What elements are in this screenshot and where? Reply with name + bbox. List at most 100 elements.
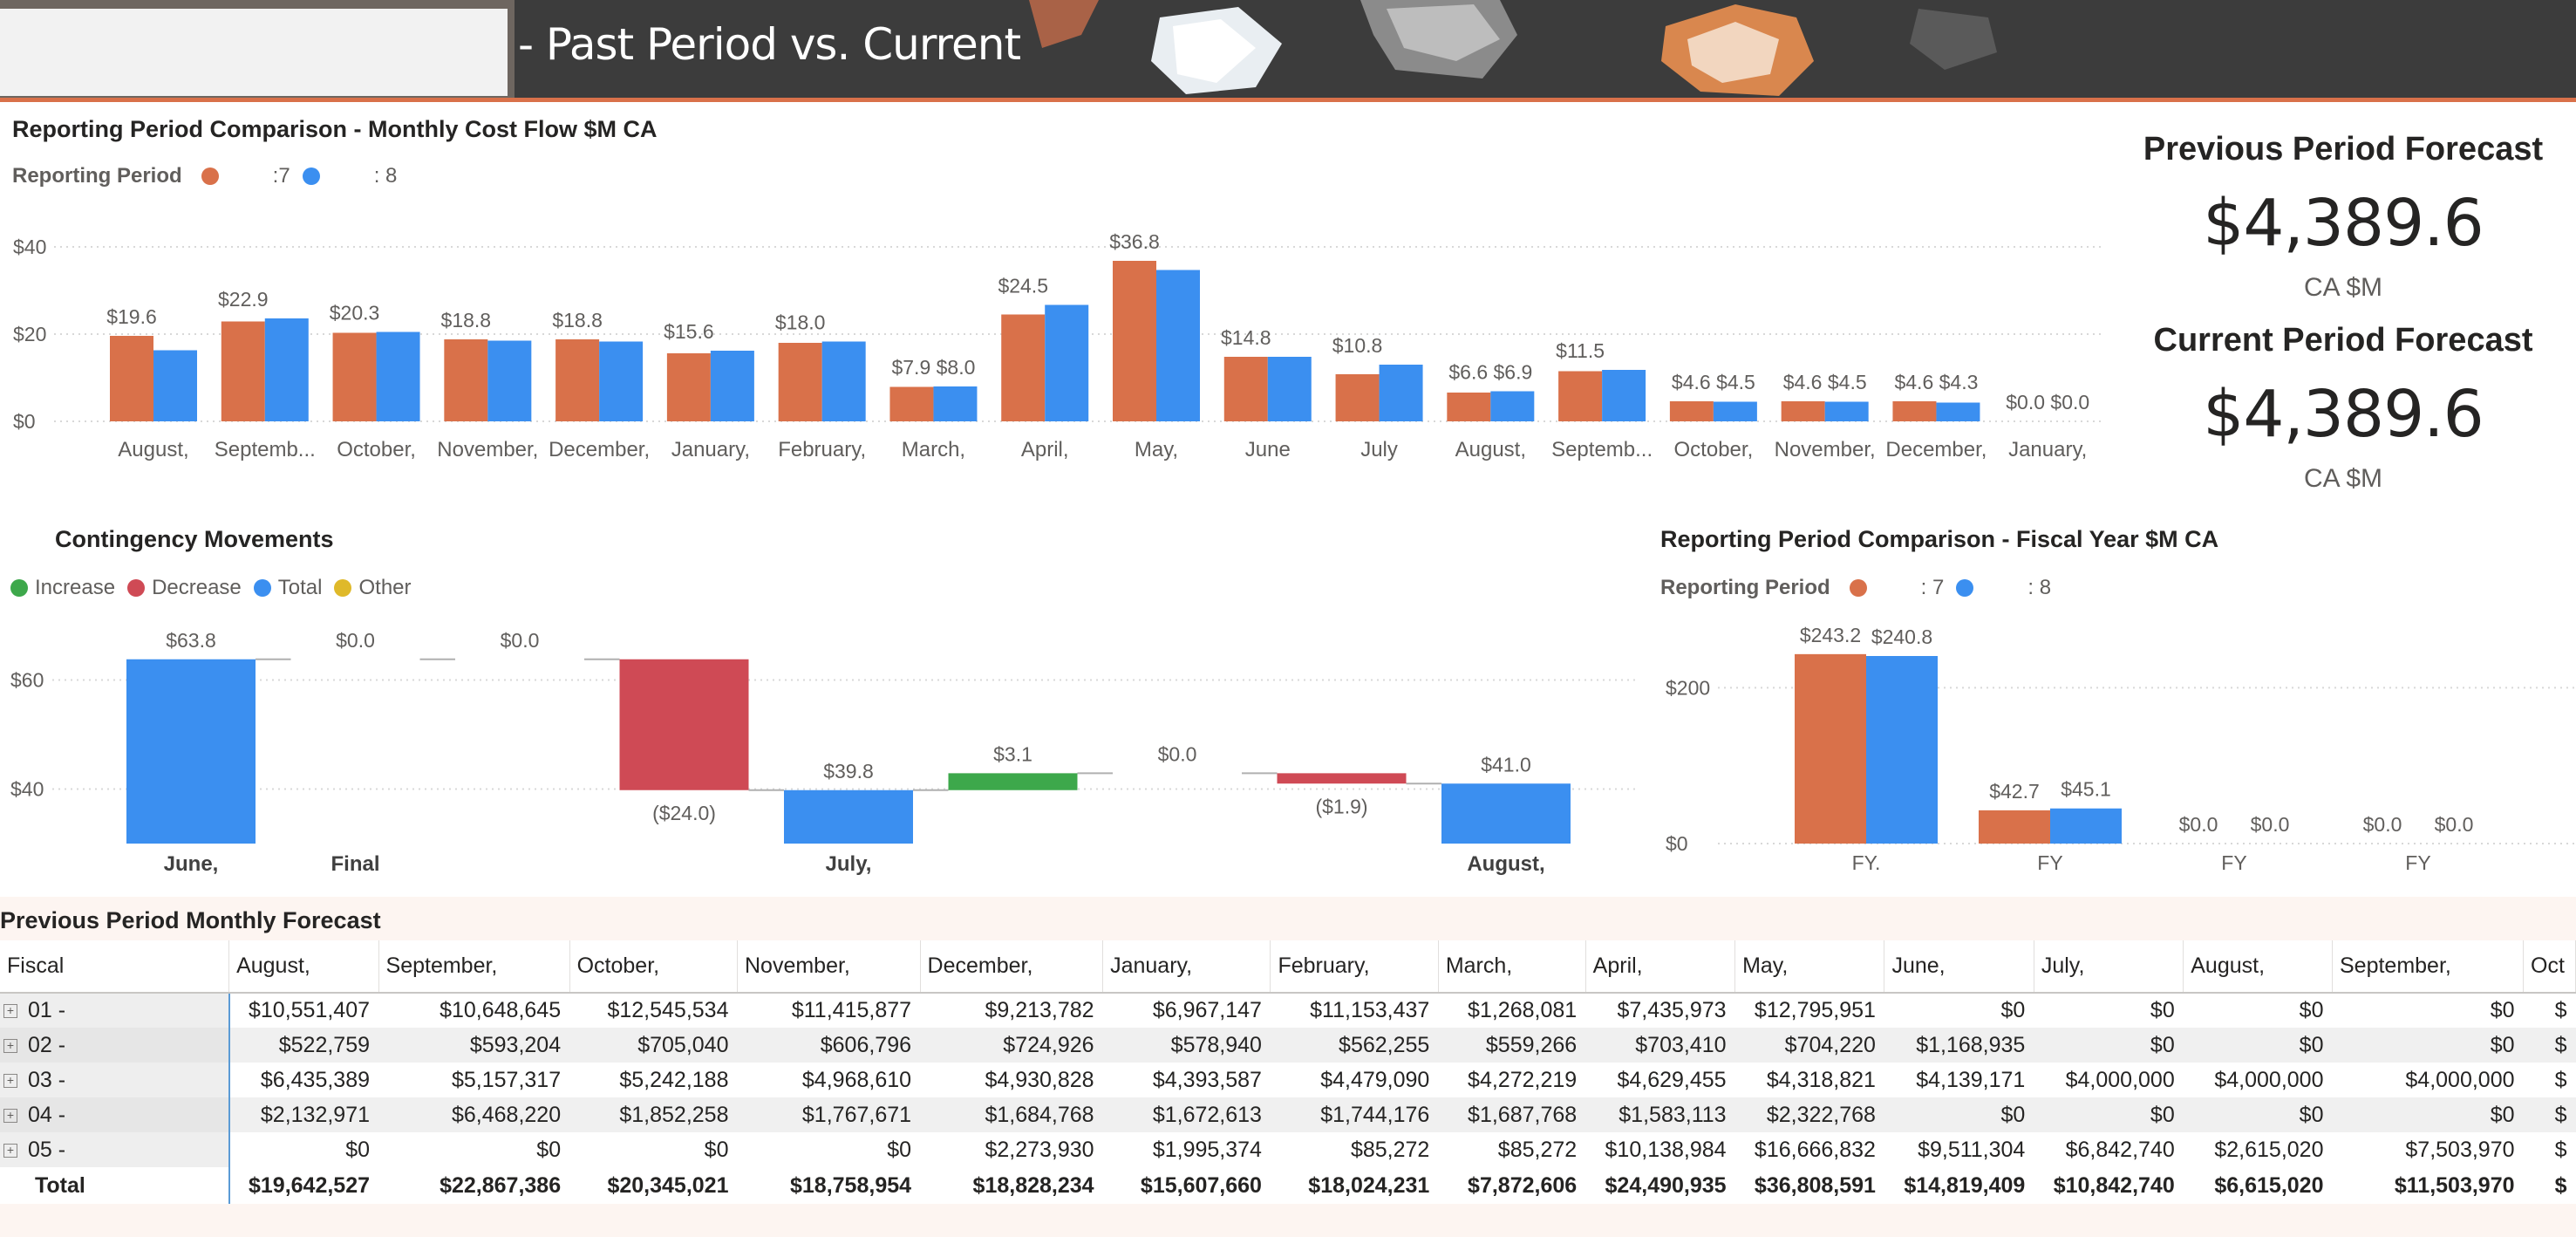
column-header[interactable]: Fiscal — [0, 940, 230, 994]
legend-dot-increase[interactable] — [10, 579, 28, 597]
bar — [599, 341, 644, 421]
table-cell: $724,926 — [920, 1028, 1103, 1063]
table-cell: $ — [2523, 1097, 2576, 1132]
table-cell: $ — [2554, 1067, 2567, 1092]
fiscal-year-chart[interactable]: $0$200$243.2 $240.8FY.$42.7 $45.1FY$0.0 $0.… — [1648, 611, 2576, 890]
x-tick-label: June — [1245, 438, 1291, 461]
data-label: $4.6 $4.5 — [1672, 371, 1755, 393]
legend-label-increase[interactable]: Increase — [35, 576, 115, 600]
table-cell: $4,139,171 — [1916, 1067, 2026, 1092]
column-header[interactable]: September, — [2332, 940, 2525, 994]
x-tick-label: July — [1360, 438, 1398, 461]
x-tick-label: March, — [902, 438, 965, 461]
y-tick-label: $20 — [13, 323, 46, 345]
expand-icon[interactable]: + — [3, 1073, 17, 1088]
data-label: $15.6 — [664, 320, 714, 343]
column-header[interactable]: October, — [569, 940, 738, 994]
data-label: $11.5 — [1556, 339, 1605, 362]
total-cell: $20,345,021 — [607, 1172, 729, 1198]
legend-dot-7[interactable] — [1849, 579, 1867, 597]
data-label: $3.1 — [993, 742, 1032, 765]
data-label: ($24.0) — [652, 802, 716, 824]
column-header[interactable]: September, — [378, 940, 570, 994]
legend-label-total[interactable]: Total — [278, 576, 323, 600]
column-header[interactable]: August, — [2183, 940, 2333, 994]
data-label: $39.8 — [823, 760, 874, 783]
table-cell: $4,479,090 — [1320, 1067, 1430, 1092]
data-label: $10.8 — [1332, 334, 1383, 357]
previous-forecast-card: Previous Period Forecast $4,389.6 CA $M — [2110, 131, 2576, 303]
bar — [1602, 370, 1646, 421]
expand-icon[interactable]: + — [3, 1108, 17, 1123]
forecast-table: Fiscal August, September, October, November,… — [0, 940, 2576, 1204]
expand-icon[interactable]: + — [3, 1004, 17, 1019]
data-label: $0.0 — [2363, 813, 2402, 836]
contingency-waterfall-chart[interactable]: $40 $60 $63.8 $0.0 $0.0 ($24.0) $39.8 $3.1 $0.0 (… — [0, 611, 1648, 890]
data-label: $0.0 — [2251, 813, 2290, 836]
legend-label-8[interactable]: : 8 — [374, 164, 398, 188]
column-header[interactable]: March, — [1438, 940, 1586, 994]
legend-dot-other[interactable] — [334, 579, 352, 597]
table-cell: $0 — [2299, 998, 2324, 1022]
legend-dot-8[interactable] — [302, 167, 320, 185]
forecast-matrix[interactable]: Fiscal August, September, October, November,… — [0, 940, 2576, 1221]
row-header: +04 - — [0, 1097, 230, 1132]
legend-label-decrease[interactable]: Decrease — [152, 576, 242, 600]
column-header[interactable]: January, — [1102, 940, 1271, 994]
table-cell: $5,157,317 — [451, 1067, 562, 1092]
data-label: $41.0 — [1481, 753, 1531, 776]
bar — [1267, 357, 1312, 421]
table-row: +05 - $0 $0 $0 $0 $2,273,930 $1,995,374 $85,272… — [0, 1132, 2576, 1167]
table-cell: $10,551,407 — [248, 998, 371, 1022]
legend-dot-8[interactable] — [1956, 579, 1974, 597]
legend-label-other[interactable]: Other — [358, 576, 411, 600]
x-tick-label: August, — [1455, 438, 1526, 461]
expand-icon[interactable]: + — [3, 1038, 17, 1053]
table-cell: $0 — [2000, 998, 2026, 1022]
table-cell: $10,648,645 — [440, 998, 562, 1022]
data-label: $18.8 — [552, 309, 603, 331]
y-tick-label: $40 — [13, 236, 46, 258]
total-label: Total — [0, 1167, 230, 1204]
expand-icon[interactable]: + — [3, 1143, 17, 1158]
column-header[interactable]: July, — [2034, 940, 2184, 994]
x-tick-label: October, — [337, 438, 416, 461]
total-cell: $ — [2554, 1172, 2567, 1198]
bar — [1045, 304, 1089, 421]
column-header[interactable]: August, — [228, 940, 379, 994]
legend-label-8[interactable]: : 8 — [2027, 576, 2051, 600]
waterfall-chart-title: Contingency Movements — [55, 526, 334, 552]
column-header[interactable]: February, — [1270, 940, 1439, 994]
bar — [1866, 656, 1938, 844]
table-cell: $1,684,768 — [920, 1097, 1103, 1132]
y-tick-label: $200 — [1666, 676, 1710, 699]
waterfall-bar — [948, 773, 1078, 790]
table-cell: $4,930,828 — [985, 1067, 1094, 1092]
current-forecast-card: Current Period Forecast $4,389.6 CA $M — [2110, 322, 2576, 494]
bar — [2050, 808, 2122, 844]
column-header[interactable]: May, — [1734, 940, 1885, 994]
column-header[interactable]: November, — [737, 940, 921, 994]
column-header[interactable]: June, — [1884, 940, 2034, 994]
legend-dot-7[interactable] — [201, 167, 219, 185]
x-tick-label: January, — [2008, 438, 2087, 461]
table-cell: $606,796 — [737, 1028, 921, 1063]
x-tick-label: April, — [1021, 438, 1069, 461]
data-label: $20.3 — [330, 302, 380, 325]
column-header[interactable]: December, — [920, 940, 1104, 994]
legend-dot-decrease[interactable] — [127, 579, 146, 597]
table-title: Previous Period Monthly Forecast — [0, 907, 381, 933]
column-header[interactable]: Oct — [2523, 940, 2576, 994]
table-cell: $0 — [2034, 1028, 2184, 1063]
legend-label-7[interactable]: : 7 — [1921, 576, 1945, 600]
monthly-cost-flow-chart[interactable]: $0 $20 $40 $19.6 August, $22.9 Septemb... $20.3… — [0, 209, 2110, 497]
table-cell: $1,583,113 — [1585, 1097, 1735, 1132]
table-cell: $0 — [536, 1137, 562, 1162]
legend-label-7[interactable]: :7 — [273, 164, 290, 188]
column-header[interactable]: April, — [1585, 940, 1736, 994]
bar — [821, 341, 866, 421]
table-cell: $522,759 — [228, 1028, 379, 1063]
data-label: $240.8 — [1871, 625, 1932, 648]
x-group-label: June, — [164, 852, 219, 876]
legend-dot-total[interactable] — [253, 579, 271, 597]
